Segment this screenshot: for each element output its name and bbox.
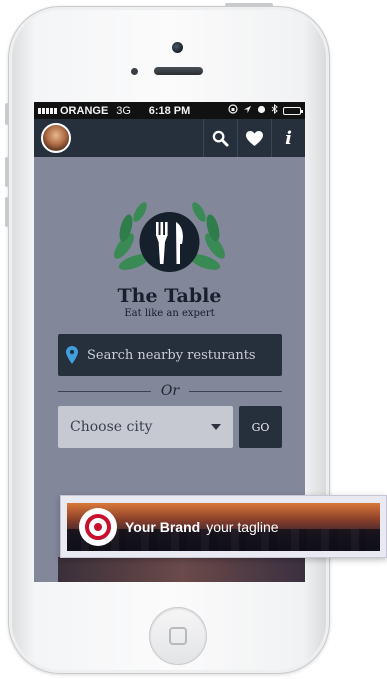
power-button bbox=[225, 3, 273, 7]
location-pin-icon bbox=[66, 346, 78, 364]
city-select-value: Choose city bbox=[70, 419, 153, 435]
search-nearby-button[interactable]: Search nearby resturants bbox=[58, 334, 282, 376]
or-divider: Or bbox=[58, 382, 283, 400]
volume-up-button bbox=[5, 157, 9, 187]
mute-switch bbox=[5, 103, 9, 125]
signal-icon bbox=[38, 107, 57, 114]
proximity-sensor bbox=[131, 68, 138, 75]
laurel-fork-knife-logo bbox=[114, 202, 225, 272]
carrier-name: ORANGE bbox=[60, 104, 109, 117]
brand-banner[interactable]: Your Brand your tagline bbox=[67, 503, 380, 551]
or-label: Or bbox=[160, 383, 180, 399]
banner-brand: Your Brand bbox=[125, 519, 201, 535]
banner-tagline: your tagline bbox=[206, 519, 279, 535]
heart-icon bbox=[246, 130, 263, 146]
nav-actions: i bbox=[203, 119, 305, 157]
favorites-button[interactable] bbox=[237, 119, 271, 157]
app-title: The Table bbox=[117, 285, 222, 307]
brand-logo-icon bbox=[79, 508, 117, 546]
divider-line-left bbox=[58, 390, 151, 392]
front-camera bbox=[172, 42, 183, 53]
banner-text: Your Brand your tagline bbox=[125, 519, 279, 535]
status-icons bbox=[228, 103, 303, 117]
background-photo-strip bbox=[58, 557, 305, 582]
app-navbar: i bbox=[34, 119, 305, 157]
search-icon bbox=[212, 130, 229, 147]
avatar[interactable] bbox=[41, 123, 71, 153]
alarm-icon bbox=[257, 105, 266, 117]
info-button[interactable]: i bbox=[271, 119, 305, 157]
search-button[interactable] bbox=[203, 119, 237, 157]
brand-banner-frame: Your Brand your tagline bbox=[60, 495, 387, 558]
status-bar: ORANGE 3G 6:18 PM bbox=[34, 102, 305, 119]
lock-rotation-icon bbox=[228, 104, 238, 117]
home-square-icon bbox=[169, 627, 187, 645]
network-type: 3G bbox=[116, 104, 131, 117]
location-icon bbox=[243, 105, 252, 117]
info-icon: i bbox=[285, 127, 292, 149]
search-nearby-label: Search nearby resturants bbox=[87, 347, 256, 363]
bluetooth-icon bbox=[271, 103, 278, 117]
divider-line-right bbox=[189, 390, 283, 392]
volume-down-button bbox=[5, 197, 9, 227]
go-button[interactable]: GO bbox=[239, 406, 282, 448]
earpiece-speaker bbox=[154, 67, 203, 75]
caret-down-icon bbox=[211, 424, 221, 430]
home-button[interactable] bbox=[149, 607, 207, 665]
app-tagline: Eat like an expert bbox=[124, 308, 215, 319]
city-select[interactable]: Choose city bbox=[58, 406, 233, 448]
battery-icon bbox=[283, 106, 303, 115]
